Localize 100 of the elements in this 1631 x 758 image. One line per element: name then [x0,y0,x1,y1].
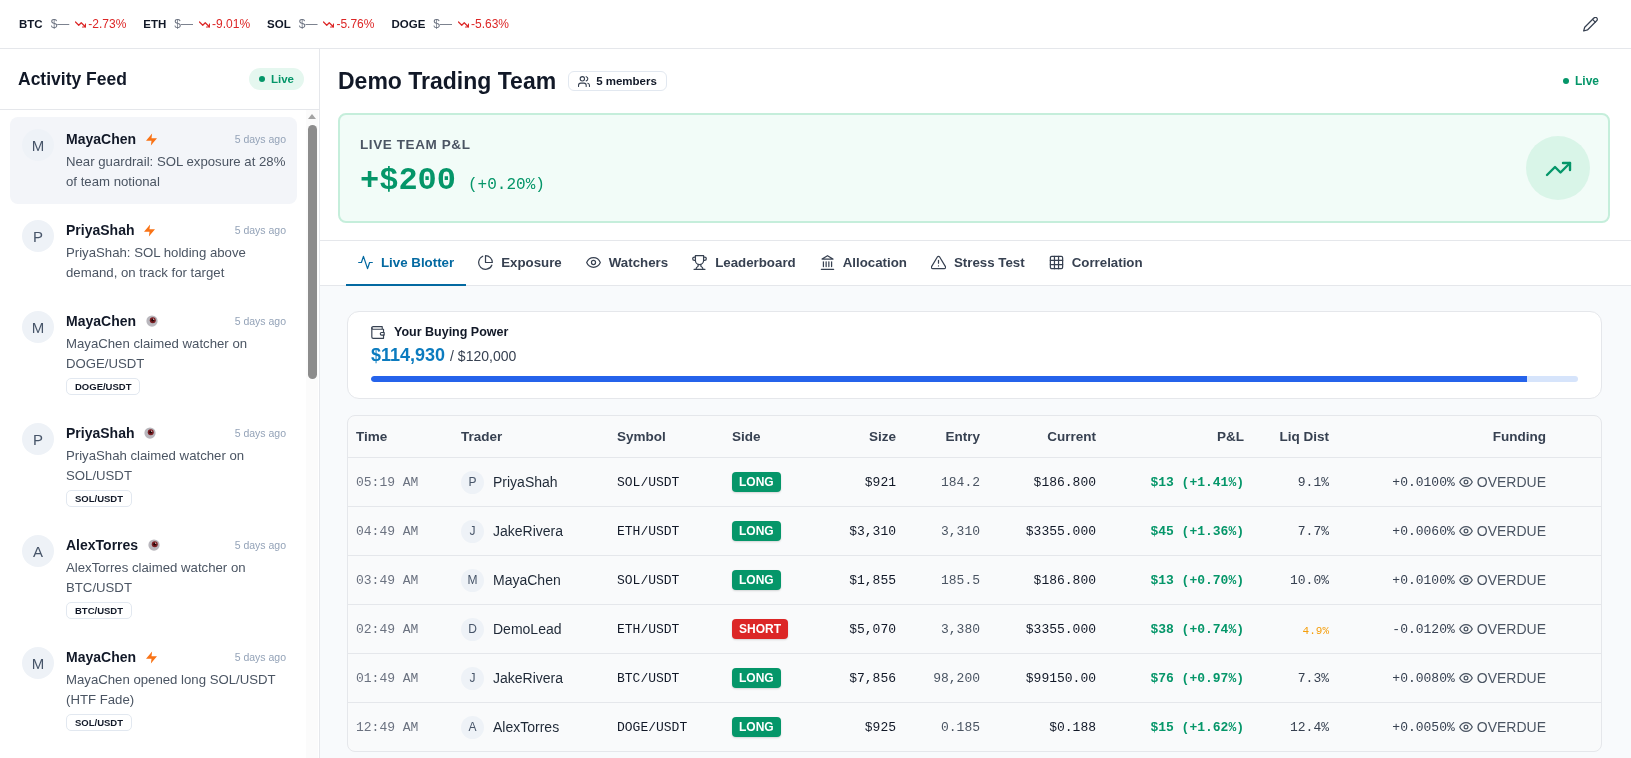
funding-rate: +0.0060% [1392,523,1455,539]
activity-item[interactable]: M MayaChen 5 days ago MayaChen claimed watcher on DOGE/USDT DOGE/USDT [10,299,297,407]
trader-name: AlexTorres [493,719,560,735]
scrollbar[interactable] [306,110,318,758]
funding-status: OVERDUE [1476,474,1546,490]
liq-dist-value: 9.1% [1297,475,1329,490]
avatar: J [461,666,484,690]
trader-name: JakeRivera [493,523,564,539]
current-cell: $186.800 [988,555,1104,605]
pnl-cell: $45 (+1.36%) [1104,506,1252,556]
tab[interactable]: Exposure [466,241,574,286]
trader-name: DemoLead [493,621,562,637]
bank-icon [819,255,835,270]
eye-icon [1458,722,1473,732]
eye-icon [1458,477,1473,487]
column-header: Liq Dist [1252,416,1337,458]
buying-power-value: $114,930 [371,345,446,366]
ticker-symbol: SOL [267,18,291,30]
column-header: Trader [453,416,609,458]
live-badge: Live [249,68,304,90]
pulse-icon [358,255,373,270]
entry-cell: 3,310 [904,506,988,556]
pnl-cell: $13 (+0.70%) [1104,555,1252,605]
size-cell: $1,855 [801,555,904,605]
ticker-change: -2.73% [88,17,127,31]
activity-item[interactable]: M MayaChen 5 days ago Near guardrail: SOL exposure at 28% of team notional [10,117,297,204]
eye-icon [1458,575,1473,585]
liq-dist-value: 12.4% [1290,720,1329,735]
live-status: Live [1563,74,1599,88]
symbol-cell: SOL/USDT [609,555,724,605]
activity-message: PriyaShah claimed watcher on SOL/USDT [66,447,246,485]
user-name: MayaChen [66,313,137,329]
tab[interactable]: Watchers [573,241,681,286]
activity-item[interactable]: P PriyaShah 5 days ago PriyaShah: SOL holding above demand, on track for target [10,208,297,295]
timestamp: 5 days ago [234,651,286,663]
grid-icon [1048,255,1064,270]
eye-icon [1458,624,1473,634]
activity-item[interactable]: M MayaChen 5 days ago MayaChen opened long SOL/USDT (HTF Fade) SOL/USDT [10,635,297,743]
trophy-icon [692,255,708,270]
avatar: M [22,647,54,679]
funding-rate: +0.0050% [1392,719,1455,735]
column-header: Time [348,416,453,458]
user-name: PriyaShah [66,425,135,441]
size-cell: $5,070 [801,604,904,654]
activity-message: Near guardrail: SOL exposure at 28% of team notional [66,153,286,191]
column-header: Size [801,416,904,458]
current-cell: $3355.000 [988,604,1104,654]
scroll-up-arrow-icon[interactable] [308,114,316,119]
status-dot-icon [1563,78,1569,84]
side-badge: LONG [732,521,781,541]
team-title: Demo Trading Team [338,67,557,95]
activity-message: PriyaShah: SOL holding above demand, on track for target [66,244,247,282]
tab[interactable]: Correlation [1036,241,1155,286]
symbol-tag: SOL/USDT [66,490,133,507]
funding-status: OVERDUE [1476,572,1546,588]
current-cell: $186.800 [988,457,1104,507]
eyeball-icon [148,539,161,551]
timestamp: 5 days ago [234,315,286,327]
timestamp: 5 days ago [234,133,286,145]
eyeball-icon [144,427,157,439]
tab[interactable]: Stress Test [918,241,1037,286]
symbol-cell: DOGE/USDT [609,702,724,751]
size-cell: $925 [801,702,904,751]
ticker-change: -9.01% [212,17,251,31]
pnl-cell: $15 (+1.62%) [1104,702,1252,751]
entry-cell: 98,200 [904,653,988,703]
avatar: M [22,129,54,161]
status-dot-icon [259,76,265,82]
tab[interactable]: Allocation [807,241,919,286]
liq-dist-value: 10.0% [1290,573,1329,588]
symbol-cell: SOL/USDT [609,457,724,507]
eye-icon [1458,673,1473,683]
timestamp: 5 days ago [234,427,286,439]
funding-rate: -0.0120% [1392,621,1455,637]
side-badge: LONG [732,668,781,688]
eyeball-icon [146,315,159,327]
avatar: P [461,470,484,494]
activity-message: MayaChen claimed watcher on DOGE/USDT [66,335,249,373]
pnl-label: LIVE TEAM P&L [360,137,472,152]
pencil-icon[interactable] [1583,16,1598,32]
scrollbar-thumb[interactable] [307,125,317,379]
entry-cell: 3,380 [904,604,988,654]
avatar: D [461,617,484,641]
tab[interactable]: Leaderboard [680,241,808,286]
size-cell: $7,856 [801,653,904,703]
symbol-tag: BTC/USDT [66,602,133,619]
user-name: MayaChen [66,649,137,665]
activity-item[interactable]: A AlexTorres 5 days ago AlexTorres claimed watcher on BTC/USDT BTC/USDT [10,523,297,631]
symbol-tag: SOL/USDT [66,714,133,731]
trader-name: PriyaShah [493,474,558,490]
activity-item[interactable]: P PriyaShah 5 days ago PriyaShah claimed watcher on SOL/USDT SOL/USDT [10,411,297,519]
ticker-price: $— [174,17,194,31]
avatar: M [22,311,54,343]
funding-status: OVERDUE [1476,621,1546,637]
timestamp: 5 days ago [234,539,286,551]
current-cell: $0.188 [988,702,1104,751]
avatar: A [22,535,54,567]
user-name: MayaChen [66,131,137,147]
avatar: J [461,519,484,543]
lightning-icon [146,650,158,664]
